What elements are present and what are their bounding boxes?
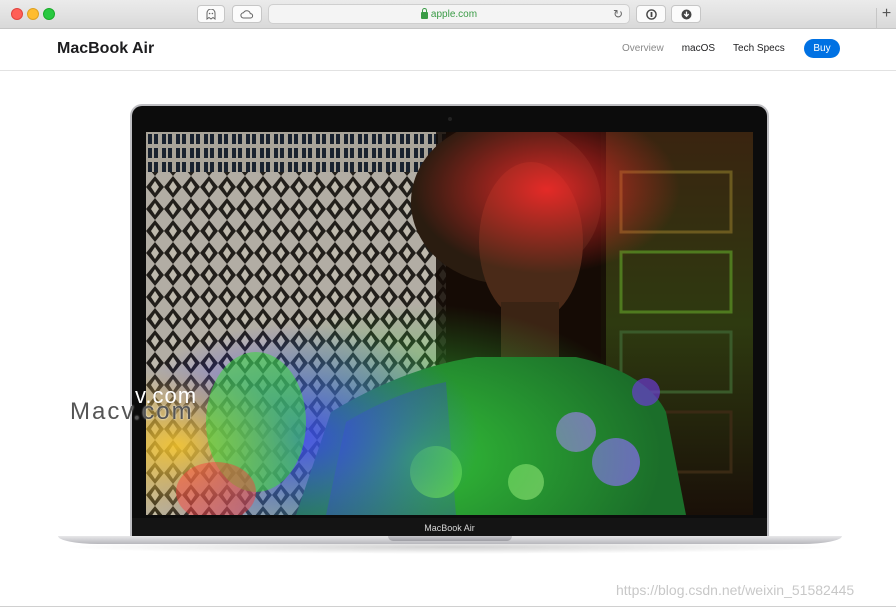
laptop-chin-label: MacBook Air <box>424 523 475 533</box>
watermark-text: Macv.com <box>70 398 194 425</box>
nav-link-overview[interactable]: Overview <box>622 43 664 54</box>
hero-screen-image <box>146 132 753 515</box>
downloads-button[interactable] <box>671 5 701 23</box>
local-nav-links: Overview macOS Tech Specs <box>622 43 803 54</box>
new-tab-button[interactable]: + <box>876 6 896 29</box>
icloud-tabs-button[interactable] <box>232 5 262 23</box>
address-bar-url: apple.com <box>430 8 478 20</box>
browser-toolbar: apple.com ↻ + <box>0 0 896 29</box>
zoom-window-button[interactable] <box>43 8 55 20</box>
nav-link-tech-specs[interactable]: Tech Specs <box>733 43 785 54</box>
address-bar[interactable]: apple.com ↻ <box>268 4 630 24</box>
window-controls <box>11 8 55 20</box>
minimize-window-button[interactable] <box>27 8 39 20</box>
reload-icon[interactable]: ↻ <box>613 7 623 21</box>
download-icon <box>681 9 691 19</box>
cloud-icon <box>240 9 254 18</box>
csdn-watermark: https://blog.csdn.net/weixin_51582445 <box>616 582 855 598</box>
lock-icon <box>420 7 428 19</box>
onepassword-icon <box>645 8 657 20</box>
product-local-nav: MacBook Air Overview macOS Tech Specs Bu… <box>0 29 896 71</box>
close-window-button[interactable] <box>11 8 23 20</box>
password-manager-button[interactable] <box>636 5 666 23</box>
laptop-bezel-chin: MacBook Air <box>132 518 767 537</box>
hero-photo <box>146 132 753 515</box>
nav-link-macos[interactable]: macOS <box>682 43 715 54</box>
product-title[interactable]: MacBook Air <box>57 40 154 58</box>
ghost-icon <box>206 8 216 20</box>
bottom-divider <box>0 606 896 607</box>
camera-icon <box>448 117 452 121</box>
laptop-opening-notch <box>388 536 512 541</box>
buy-button[interactable]: Buy <box>804 39 840 58</box>
ghostery-extension-button[interactable] <box>197 5 225 23</box>
